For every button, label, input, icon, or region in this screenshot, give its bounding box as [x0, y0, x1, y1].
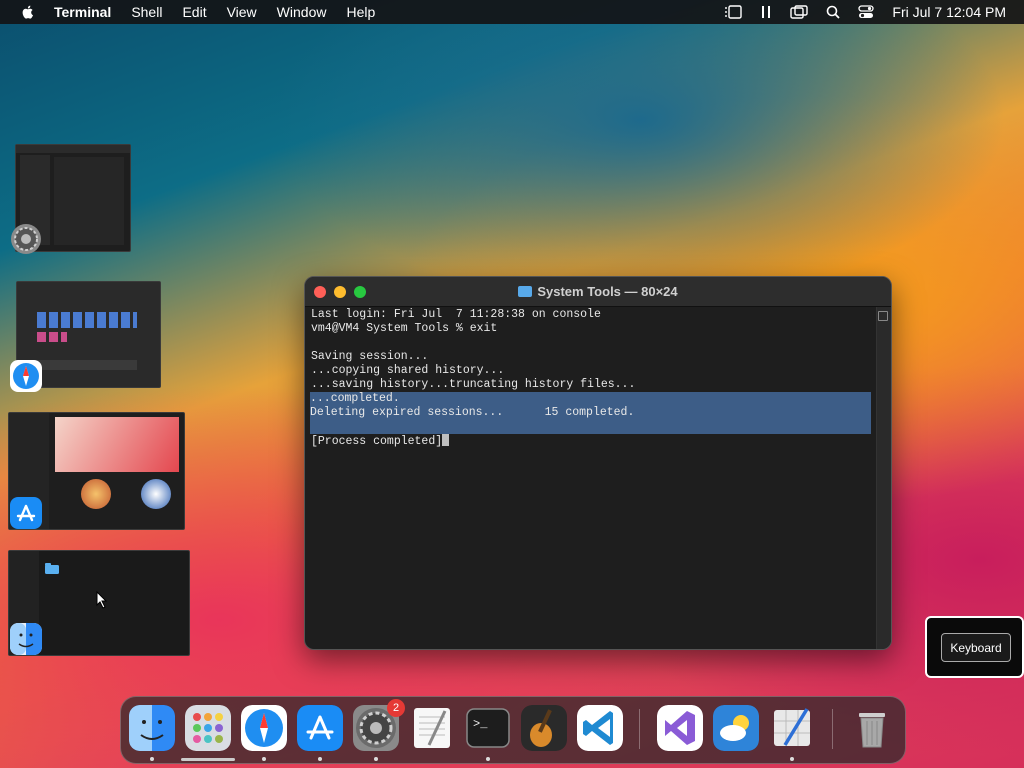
terminal-line: ...saving history...truncating history f…	[311, 378, 636, 391]
favorites-grid	[37, 312, 137, 328]
svg-text:>_: >_	[473, 717, 488, 731]
weather-icon[interactable]	[713, 705, 759, 751]
text-cursor	[442, 434, 450, 446]
stage-manager-icon[interactable]	[724, 5, 743, 19]
menu-clock[interactable]: Fri Jul 7 12:04 PM	[892, 4, 1006, 20]
terminal-line-prompt: [Process completed]	[311, 434, 871, 448]
running-indicator	[262, 757, 266, 761]
control-center-icon[interactable]	[858, 5, 875, 19]
window-title: System Tools — 80×24	[305, 284, 891, 299]
keyboard-panel: Keyboard	[925, 616, 1024, 678]
content-panel	[54, 157, 124, 245]
terminal-icon[interactable]: >_	[465, 705, 511, 751]
scrollbar[interactable]	[876, 307, 891, 649]
pointer-cursor-icon	[96, 591, 108, 609]
system-settings-dock-item[interactable]: 2	[353, 699, 405, 751]
terminal-line: vm4@VM4 System Tools % exit	[311, 322, 498, 335]
app-store-icon[interactable]	[297, 705, 343, 751]
scroll-indicator-icon[interactable]	[878, 311, 888, 321]
menu-view[interactable]: View	[227, 4, 257, 20]
dock-separator	[832, 709, 833, 749]
terminal-line-selected	[310, 420, 871, 434]
pause-icon[interactable]	[760, 5, 772, 19]
keyboard-button[interactable]: Keyboard	[941, 633, 1011, 662]
terminal-titlebar[interactable]: System Tools — 80×24	[305, 277, 891, 307]
notification-badge: 2	[387, 699, 405, 717]
apple-menu-icon[interactable]	[20, 4, 36, 20]
terminal-line: Saving session...	[311, 350, 429, 363]
menu-edit[interactable]: Edit	[182, 4, 206, 20]
search-icon[interactable]	[826, 5, 841, 19]
app-artwork	[141, 479, 171, 509]
reading-list	[37, 360, 137, 370]
launchpad-icon[interactable]	[185, 705, 231, 751]
trash-icon[interactable]	[849, 705, 895, 751]
finder-icon[interactable]	[10, 623, 42, 655]
dock-separator	[639, 709, 640, 749]
system-settings-icon[interactable]	[10, 223, 42, 255]
garageband-icon[interactable]	[521, 705, 567, 751]
terminal-line: [Process completed]	[311, 435, 443, 448]
menu-shell[interactable]: Shell	[131, 4, 162, 20]
app-artwork	[81, 479, 111, 509]
running-indicator	[318, 757, 322, 761]
terminal-line: Last login: Fri Jul 7 11:28:38 on consol…	[311, 308, 601, 321]
visual-studio-icon[interactable]	[657, 705, 703, 751]
terminal-window[interactable]: System Tools — 80×24 Last login: Fri Jul…	[304, 276, 892, 650]
folder-icon	[45, 563, 59, 574]
menu-app-name[interactable]: Terminal	[54, 4, 111, 20]
running-indicator	[150, 757, 154, 761]
menu-window[interactable]: Window	[277, 4, 327, 20]
terminal-output[interactable]: Last login: Fri Jul 7 11:28:38 on consol…	[310, 307, 871, 649]
window-title-text: System Tools — 80×24	[537, 284, 678, 299]
running-indicator	[374, 757, 378, 761]
screen-mirroring-icon[interactable]	[790, 5, 809, 19]
folder-icon	[518, 286, 533, 297]
vscode-icon[interactable]	[577, 705, 623, 751]
featured-banner	[55, 417, 179, 472]
menu-help[interactable]: Help	[346, 4, 375, 20]
safari-icon[interactable]	[241, 705, 287, 751]
app-store-icon[interactable]	[10, 497, 42, 529]
finder-icon[interactable]	[129, 705, 175, 751]
favorites-row	[37, 332, 67, 342]
launchpad-highlight	[181, 758, 235, 761]
terminal-line-selected: Deleting expired sessions... 15 complete…	[310, 406, 871, 420]
window-titlebar	[16, 145, 130, 153]
safari-icon[interactable]	[10, 360, 42, 392]
menu-bar: Terminal Shell Edit View Window Help Fri…	[0, 0, 1024, 24]
menu-extras: Fri Jul 7 12:04 PM	[724, 4, 1006, 20]
running-indicator	[790, 757, 794, 761]
running-indicator	[486, 757, 490, 761]
textedit-icon[interactable]	[409, 705, 455, 751]
script-editor-icon[interactable]	[769, 705, 815, 751]
terminal-line: ...copying shared history...	[311, 364, 505, 377]
window-titlebar	[17, 282, 160, 290]
terminal-line-selected: ...completed.	[310, 392, 871, 406]
dock: 2 >_	[120, 696, 906, 764]
